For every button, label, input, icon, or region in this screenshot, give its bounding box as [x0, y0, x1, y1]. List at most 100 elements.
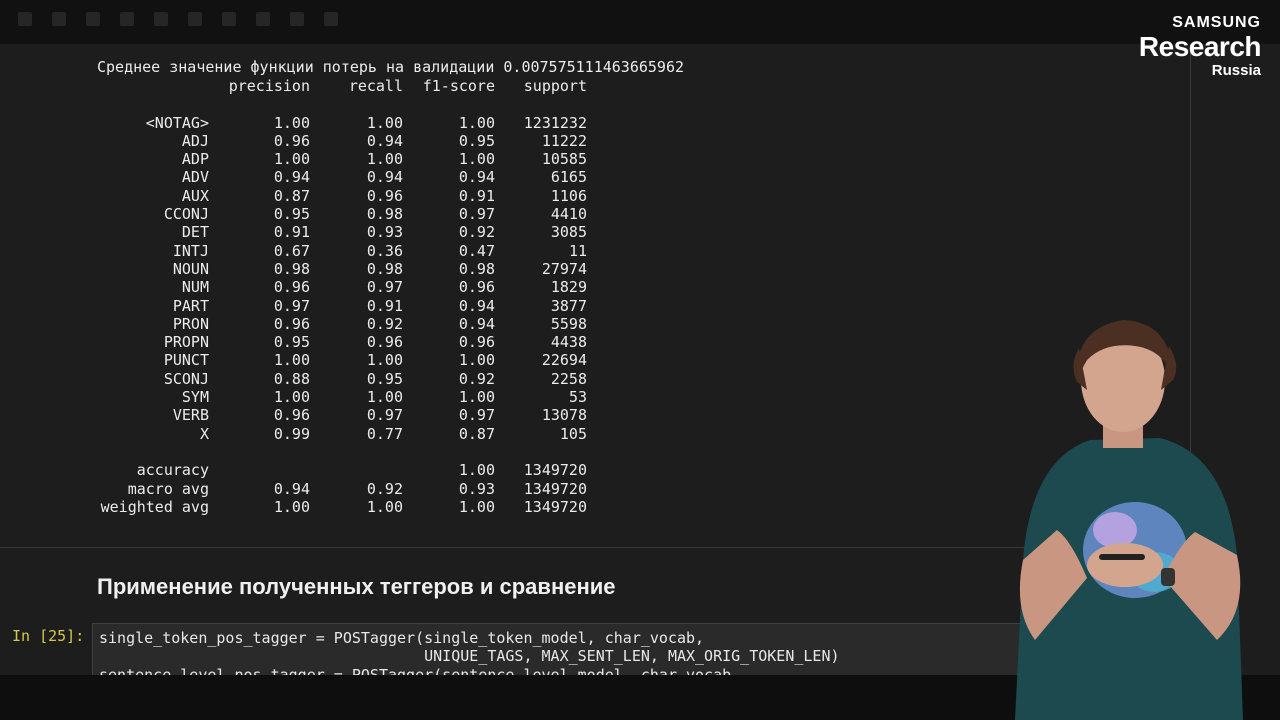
row-value: 105	[559, 424, 587, 443]
row-label: DET	[181, 223, 209, 242]
presenter-clicker	[1099, 554, 1145, 560]
row-label: ADP	[181, 150, 209, 169]
row-value: 2258	[550, 369, 587, 388]
row-value: 3877	[550, 296, 587, 315]
summary-value: 1349720	[523, 497, 587, 516]
row-label: CCONJ	[163, 205, 209, 224]
summary-value	[209, 461, 310, 479]
row-value: 0.96	[458, 333, 495, 352]
summary-label: weighted avg	[100, 497, 209, 516]
logo-line-russia: Russia	[1211, 62, 1261, 79]
presenter-hands	[1087, 543, 1163, 587]
row-value: 1.00	[273, 351, 310, 370]
row-value: 0.94	[273, 168, 310, 187]
code-editor[interactable]: single_token_pos_tagger = POSTagger(sing…	[99, 629, 840, 676]
row-value: 0.91	[458, 186, 495, 205]
row-value: 0.97	[273, 296, 310, 315]
row-value: 11	[568, 241, 587, 260]
row-value: 0.92	[458, 369, 495, 388]
row-value: 1231232	[523, 113, 587, 132]
row-label: PROPN	[163, 333, 209, 352]
report-row: SCONJ 0.88 0.95 0.92 2258	[97, 370, 587, 388]
row-value: 0.88	[273, 369, 310, 388]
add-cell-icon[interactable]	[52, 12, 66, 26]
row-value: 0.95	[458, 131, 495, 150]
report-summary: accuracy 1.00 1349720 macro avg 0.94 0.92 0.93…	[97, 443, 587, 516]
row-label: SCONJ	[163, 369, 209, 388]
row-value: 0.87	[458, 424, 495, 443]
header-recall: recall	[348, 77, 403, 95]
row-value: 27974	[541, 259, 587, 278]
report-row: X 0.99 0.77 0.87 105	[97, 425, 587, 443]
row-value: 1.00	[366, 113, 403, 132]
summary-value: 1.00	[458, 461, 495, 480]
move-down-icon[interactable]	[222, 12, 236, 26]
logo-line-research: Research	[1138, 31, 1262, 62]
row-value: 0.77	[366, 424, 403, 443]
blank-row	[97, 95, 587, 113]
code-cell[interactable]: single_token_pos_tagger = POSTagger(sing…	[92, 623, 1054, 677]
row-value: 0.97	[366, 278, 403, 297]
row-value: 0.94	[458, 168, 495, 187]
move-up-icon[interactable]	[188, 12, 202, 26]
header-support: support	[523, 77, 587, 95]
row-value: 0.98	[458, 259, 495, 278]
row-value: 1.00	[366, 351, 403, 370]
report-row: <NOTAG> 1.00 1.00 1.00 1231232	[97, 114, 587, 132]
report-row: PART 0.97 0.91 0.94 3877	[97, 297, 587, 315]
report-row: CCONJ 0.95 0.98 0.97 4410	[97, 205, 587, 223]
row-value: 1.00	[273, 150, 310, 169]
row-value: 0.94	[366, 168, 403, 187]
copy-icon[interactable]	[120, 12, 134, 26]
row-value: 1.00	[458, 351, 495, 370]
summary-value: 1349720	[523, 461, 587, 480]
summary-row: accuracy 1.00 1349720	[97, 461, 587, 479]
row-value: 1.00	[458, 388, 495, 407]
row-value: 22694	[541, 351, 587, 370]
row-label: AUX	[181, 186, 209, 205]
row-value: 6165	[550, 168, 587, 187]
row-label: PART	[172, 296, 209, 315]
summary-value: 0.92	[366, 479, 403, 498]
header-label	[97, 77, 209, 95]
report-row: ADP 1.00 1.00 1.00 10585	[97, 150, 587, 168]
report-row: ADV 0.94 0.94 0.94 6165	[97, 168, 587, 186]
row-label: INTJ	[172, 241, 209, 260]
run-icon[interactable]	[256, 12, 270, 26]
cut-icon[interactable]	[86, 12, 100, 26]
row-value: 0.95	[366, 369, 403, 388]
notebook-toolbar	[0, 0, 1280, 44]
summary-row: weighted avg 1.00 1.00 1.00 1349720	[97, 498, 587, 516]
row-value: 3085	[550, 223, 587, 242]
report-row: VERB 0.96 0.97 0.97 13078	[97, 406, 587, 424]
summary-value: 1.00	[458, 497, 495, 516]
summary-value: 1349720	[523, 479, 587, 498]
summary-value: 0.94	[273, 479, 310, 498]
row-value: 0.87	[273, 186, 310, 205]
row-label: NOUN	[172, 259, 209, 278]
row-value: 0.97	[458, 205, 495, 224]
row-value: 0.98	[366, 205, 403, 224]
row-value: 0.96	[273, 314, 310, 333]
row-value: 0.47	[458, 241, 495, 260]
row-value: 4438	[550, 333, 587, 352]
row-value: 11222	[541, 131, 587, 150]
blank-row	[97, 443, 587, 461]
section-heading: Применение полученных теггеров и сравнен…	[97, 574, 616, 599]
row-value: 10585	[541, 150, 587, 169]
save-icon[interactable]	[18, 12, 32, 26]
summary-value: 0.93	[403, 480, 495, 498]
highlighted-macro-f1: 0.93	[458, 479, 495, 498]
report-rows: <NOTAG> 1.00 1.00 1.00 1231232 ADJ 0.96 0.94 0.9…	[97, 114, 587, 443]
summary-label: macro avg	[127, 479, 209, 498]
row-label: ADV	[181, 168, 209, 187]
row-value: 0.96	[273, 131, 310, 150]
report-row: INTJ 0.67 0.36 0.47 11	[97, 242, 587, 260]
restart-icon[interactable]	[324, 12, 338, 26]
paste-icon[interactable]	[154, 12, 168, 26]
stop-icon[interactable]	[290, 12, 304, 26]
row-value: 0.98	[366, 259, 403, 278]
row-value: 0.95	[273, 205, 310, 224]
row-value: 0.98	[273, 259, 310, 278]
report-header-row: precision recall f1-score support	[97, 77, 587, 95]
